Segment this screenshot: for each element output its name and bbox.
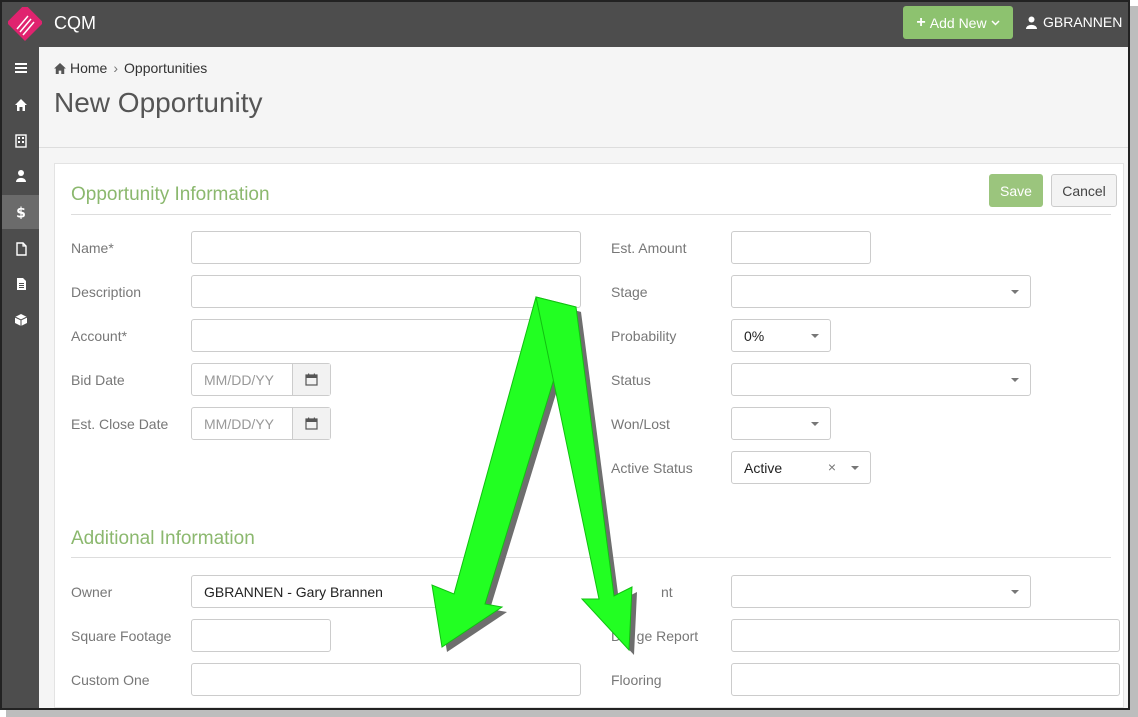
home-icon xyxy=(54,62,66,74)
plus-icon: + xyxy=(916,13,926,31)
square-footage-label: Square Footage xyxy=(71,628,172,644)
close-date-label: Est. Close Date xyxy=(71,416,169,432)
breadcrumb-home-link[interactable]: Home xyxy=(70,60,107,76)
active-status-select[interactable]: Active × xyxy=(731,451,871,484)
design-report-label: De ge Report xyxy=(611,628,699,644)
document-icon xyxy=(16,278,26,290)
custom-one-field[interactable] xyxy=(191,663,581,696)
add-new-button[interactable]: + Add New xyxy=(903,6,1013,39)
sidebar-item-opportunities[interactable]: $ xyxy=(2,195,39,229)
won-lost-select[interactable] xyxy=(731,407,831,440)
file-icon xyxy=(15,242,27,256)
main-content: Home › Opportunities New Opportunity Opp… xyxy=(39,47,1128,708)
home-icon xyxy=(14,99,27,111)
amount-label: Est. Amount xyxy=(611,240,687,256)
active-status-value: Active xyxy=(744,459,783,476)
section-divider xyxy=(71,214,1111,215)
owner-label: Owner xyxy=(71,584,113,600)
user-icon xyxy=(15,170,26,182)
breadcrumb-opportunities-link[interactable]: Opportunities xyxy=(124,60,207,76)
close-date-field[interactable]: MM/DD/YY xyxy=(191,407,331,440)
status-select[interactable] xyxy=(731,363,1031,396)
user-name: GBRANNEN xyxy=(1043,14,1123,30)
sidebar-item-contacts[interactable] xyxy=(2,159,39,193)
flooring-field[interactable] xyxy=(731,663,1120,696)
amount-field[interactable] xyxy=(731,231,871,264)
window-shadow xyxy=(6,710,1138,717)
right-select-label: nt xyxy=(661,584,673,600)
active-status-label: Active Status xyxy=(611,460,693,476)
name-label: Name* xyxy=(71,240,114,256)
bid-date-placeholder: MM/DD/YY xyxy=(204,371,274,388)
design-report-field[interactable] xyxy=(731,619,1120,652)
bid-date-field[interactable]: MM/DD/YY xyxy=(191,363,331,396)
user-icon xyxy=(1026,16,1037,29)
chevron-down-icon xyxy=(991,19,1000,26)
user-menu[interactable]: GBRANNEN xyxy=(1026,14,1128,30)
svg-text:$: $ xyxy=(16,206,26,220)
app-window: CQM + Add New GBRANNEN $ Home › Opportun… xyxy=(0,0,1130,710)
stage-label: Stage xyxy=(611,284,648,300)
page-title: New Opportunity xyxy=(54,87,263,118)
logo-icon xyxy=(8,7,42,41)
cube-icon xyxy=(14,314,27,326)
probability-label: Probability xyxy=(611,328,677,344)
name-field[interactable] xyxy=(191,231,581,264)
status-label: Status xyxy=(611,372,651,388)
description-field[interactable] xyxy=(191,275,581,308)
account-field[interactable] xyxy=(191,319,581,352)
sidebar-item-companies[interactable] xyxy=(2,124,39,158)
sidebar-item-products[interactable] xyxy=(2,303,39,337)
account-label: Account* xyxy=(71,328,128,344)
breadcrumb-separator: › xyxy=(113,60,119,76)
building-icon xyxy=(14,134,27,148)
clear-icon[interactable]: × xyxy=(828,459,836,475)
stage-select[interactable] xyxy=(731,275,1031,308)
opportunity-form: Opportunity Information Save Cancel Name… xyxy=(54,163,1124,708)
sidebar-item-files[interactable] xyxy=(2,232,39,266)
sidebar-menu-toggle[interactable] xyxy=(2,51,39,85)
sidebar-item-documents[interactable] xyxy=(2,267,39,301)
probability-select[interactable]: 0% xyxy=(731,319,831,352)
sidebar-item-home[interactable] xyxy=(2,88,39,122)
bid-date-label: Bid Date xyxy=(71,372,125,388)
breadcrumb: Home › Opportunities xyxy=(54,60,207,76)
owner-select[interactable]: GBRANNEN - Gary Brannen xyxy=(191,575,491,608)
calendar-button[interactable] xyxy=(292,408,330,439)
calendar-icon xyxy=(305,417,318,430)
close-date-placeholder: MM/DD/YY xyxy=(204,415,274,432)
app-title: CQM xyxy=(54,13,96,33)
description-label: Description xyxy=(71,284,142,300)
dollar-icon: $ xyxy=(16,206,26,220)
section-title-additional-information: Additional Information xyxy=(71,528,255,549)
calendar-button[interactable] xyxy=(292,364,330,395)
section-title-opportunity-information: Opportunity Information xyxy=(71,184,270,205)
calendar-icon xyxy=(305,373,318,386)
square-footage-field[interactable] xyxy=(191,619,331,652)
add-new-label: Add New xyxy=(929,14,987,31)
top-bar: CQM + Add New GBRANNEN xyxy=(2,2,1128,47)
window-shadow xyxy=(1130,6,1138,717)
sidebar: $ xyxy=(2,47,39,708)
right-select[interactable] xyxy=(731,575,1031,608)
menu-icon xyxy=(14,63,27,73)
header-divider xyxy=(39,147,1128,148)
save-button[interactable]: Save xyxy=(989,174,1043,207)
section-divider xyxy=(71,557,1111,558)
custom-one-label: Custom One xyxy=(71,672,150,688)
flooring-label: Flooring xyxy=(611,672,662,688)
cancel-button[interactable]: Cancel xyxy=(1051,174,1117,207)
won-lost-label: Won/Lost xyxy=(611,416,670,432)
